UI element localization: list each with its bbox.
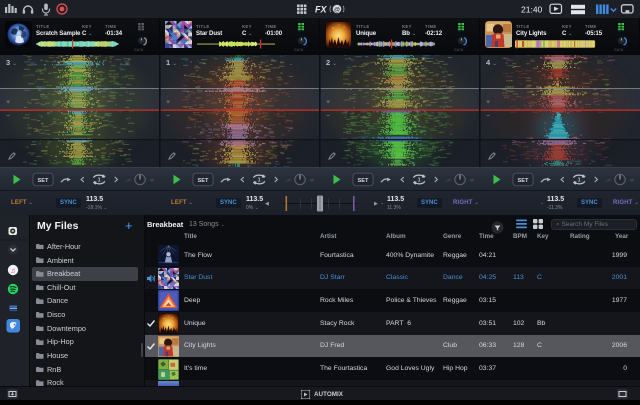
svg-text:1: 1 — [418, 178, 421, 184]
svg-text:SET: SET — [358, 178, 369, 184]
svg-text:21:40: 21:40 — [521, 5, 543, 15]
svg-text:1: 1 — [258, 178, 261, 184]
svg-text:1: 1 — [98, 178, 101, 184]
svg-text:LP: LP — [286, 178, 291, 182]
svg-text:HP: HP — [630, 178, 635, 182]
svg-text:LP: LP — [126, 178, 131, 182]
svg-text:SET: SET — [38, 178, 49, 184]
svg-text:SET: SET — [198, 178, 209, 184]
svg-text:LP: LP — [446, 178, 451, 182]
svg-text:@: @ — [334, 6, 340, 13]
svg-text:HP: HP — [150, 178, 155, 182]
svg-text:1: 1 — [578, 178, 581, 184]
svg-text:HP: HP — [470, 178, 475, 182]
svg-text:♫: ♫ — [10, 266, 16, 275]
svg-text:HP: HP — [310, 178, 315, 182]
svg-text:LP: LP — [606, 178, 611, 182]
svg-text:FX: FX — [315, 5, 327, 15]
svg-text:SET: SET — [518, 178, 529, 184]
